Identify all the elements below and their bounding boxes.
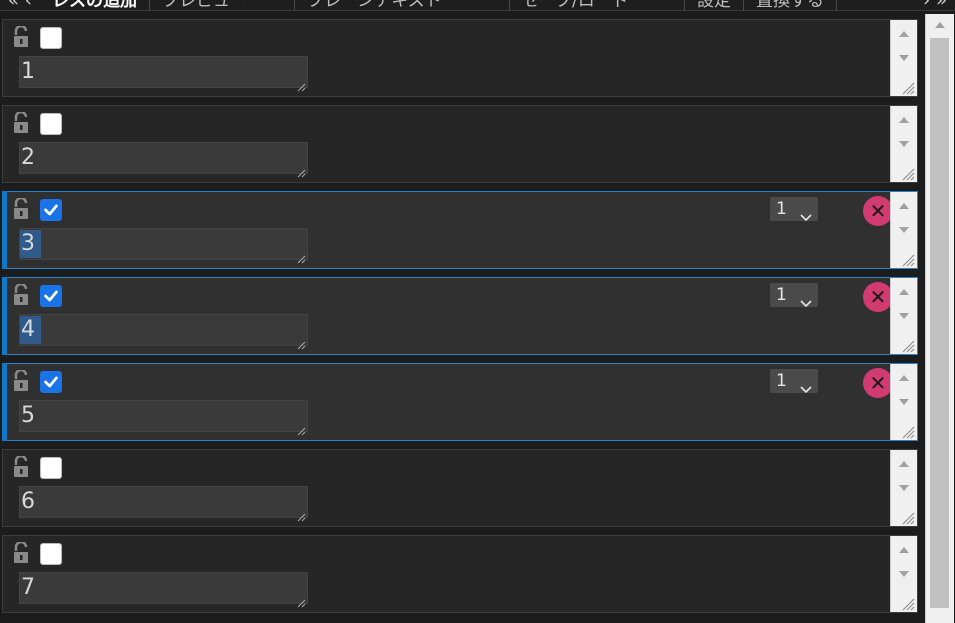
tab-settings[interactable]: 設定 [685, 0, 744, 10]
close-icon: ✕ [869, 285, 887, 309]
chevron-down-icon [800, 291, 812, 308]
row-spinner[interactable] [890, 450, 917, 526]
row-spinner[interactable] [890, 20, 917, 96]
tab-add-res[interactable]: レスの追加 [40, 0, 150, 10]
spin-up-arrow-icon[interactable] [899, 289, 909, 295]
res-textarea[interactable]: 5 [19, 400, 308, 436]
res-textarea-value: 7 [21, 575, 35, 600]
spin-up-arrow-icon[interactable] [899, 375, 909, 381]
res-textarea-value: 5 [21, 403, 35, 428]
unlocked-padlock-icon[interactable] [12, 454, 30, 478]
count-select[interactable]: 1 [770, 369, 818, 394]
tab-replace[interactable]: 置換する [744, 0, 837, 10]
count-select[interactable]: 1 [770, 283, 818, 308]
res-textarea-value: 4 [20, 316, 41, 344]
tab-save-load[interactable]: セーブ/ロード [510, 0, 685, 10]
spin-up-arrow-icon[interactable] [899, 461, 909, 467]
resize-grip-icon[interactable] [297, 163, 306, 178]
unlocked-padlock-icon[interactable] [12, 110, 30, 134]
res-row: 5 1 ✕ [2, 363, 918, 441]
resize-grip-icon[interactable] [297, 507, 306, 522]
row-checkbox[interactable] [40, 371, 62, 393]
unlocked-padlock-icon[interactable] [12, 24, 30, 48]
res-row: 4 1 ✕ [2, 277, 918, 355]
row-checkbox[interactable] [40, 285, 62, 307]
res-row: 3 1 ✕ [2, 191, 918, 269]
close-icon: ✕ [869, 199, 887, 223]
resize-grip-icon[interactable] [901, 338, 915, 353]
resize-grip-icon[interactable] [901, 166, 915, 181]
row-checkbox[interactable] [40, 543, 62, 565]
unlocked-padlock-icon[interactable] [12, 196, 30, 220]
unlocked-padlock-icon[interactable] [12, 540, 30, 564]
resize-grip-icon[interactable] [901, 596, 915, 611]
unlocked-padlock-icon[interactable] [12, 368, 30, 392]
res-textarea-value: 2 [21, 145, 35, 170]
count-select[interactable]: 1 [770, 197, 818, 222]
spin-up-arrow-icon[interactable] [899, 31, 909, 37]
spin-down-arrow-icon[interactable] [899, 141, 909, 147]
res-textarea-value: 3 [20, 230, 41, 258]
resize-grip-icon[interactable] [297, 335, 306, 350]
delete-button[interactable]: ✕ [863, 368, 893, 398]
res-textarea[interactable]: 3 [19, 228, 308, 264]
resize-grip-icon[interactable] [901, 424, 915, 439]
spin-up-arrow-icon[interactable] [899, 203, 909, 209]
row-spinner[interactable] [890, 278, 917, 354]
count-select-value: 1 [776, 199, 787, 219]
tab-plaintext[interactable]: プレーンテキスト [295, 0, 510, 10]
tab-scroll-right-button[interactable]: › » [915, 0, 955, 10]
tab-preview[interactable]: プレビュー [150, 0, 295, 10]
spin-down-arrow-icon[interactable] [899, 227, 909, 233]
res-textarea[interactable]: 2 [19, 142, 308, 178]
res-textarea-value: 6 [21, 489, 35, 514]
res-row: 2 [2, 105, 918, 183]
row-spinner[interactable] [890, 192, 917, 268]
spin-down-arrow-icon[interactable] [899, 399, 909, 405]
row-spinner[interactable] [890, 364, 917, 440]
chevron-down-icon [800, 377, 812, 394]
unlocked-padlock-icon[interactable] [12, 282, 30, 306]
delete-button[interactable]: ✕ [863, 282, 893, 312]
res-textarea[interactable]: 4 [19, 314, 308, 350]
res-row: 1 [2, 19, 918, 97]
res-textarea[interactable]: 1 [19, 56, 308, 92]
resize-grip-icon[interactable] [901, 510, 915, 525]
row-checkbox[interactable] [40, 27, 62, 49]
delete-button[interactable]: ✕ [863, 196, 893, 226]
scrollbar-thumb[interactable] [930, 38, 949, 608]
spin-down-arrow-icon[interactable] [899, 55, 909, 61]
res-list: 1 2 3 1 ✕ 4 1 ✕ 5 1 ✕ 6 7 [2, 19, 918, 621]
app-window: « ‹ レスの追加 プレビュー プレーンテキスト セーブ/ロード 設定 置換する… [0, 0, 955, 623]
spin-down-arrow-icon[interactable] [899, 571, 909, 577]
chevron-down-icon [800, 205, 812, 222]
scroll-up-arrow-icon[interactable] [935, 22, 945, 28]
spin-up-arrow-icon[interactable] [899, 117, 909, 123]
resize-grip-icon[interactable] [297, 77, 306, 92]
tab-bar: « ‹ レスの追加 プレビュー プレーンテキスト セーブ/ロード 設定 置換する… [0, 0, 955, 11]
row-checkbox[interactable] [40, 113, 62, 135]
spin-down-arrow-icon[interactable] [899, 485, 909, 491]
row-spinner[interactable] [890, 106, 917, 182]
page-scrollbar[interactable] [925, 14, 954, 623]
spin-up-arrow-icon[interactable] [899, 547, 909, 553]
res-textarea[interactable]: 7 [19, 572, 308, 608]
count-select-value: 1 [776, 285, 787, 305]
resize-grip-icon[interactable] [297, 593, 306, 608]
row-spinner[interactable] [890, 536, 917, 612]
resize-grip-icon[interactable] [901, 80, 915, 95]
row-checkbox[interactable] [40, 457, 62, 479]
res-textarea[interactable]: 6 [19, 486, 308, 522]
res-row: 7 [2, 535, 918, 613]
resize-grip-icon[interactable] [297, 421, 306, 436]
res-row: 6 [2, 449, 918, 527]
resize-grip-icon[interactable] [901, 252, 915, 267]
res-textarea-value: 1 [21, 59, 35, 84]
row-checkbox[interactable] [40, 199, 62, 221]
close-icon: ✕ [869, 371, 887, 395]
spin-down-arrow-icon[interactable] [899, 313, 909, 319]
tab-scroll-left-button[interactable]: « ‹ [0, 0, 40, 10]
count-select-value: 1 [776, 371, 787, 391]
resize-grip-icon[interactable] [297, 249, 306, 264]
